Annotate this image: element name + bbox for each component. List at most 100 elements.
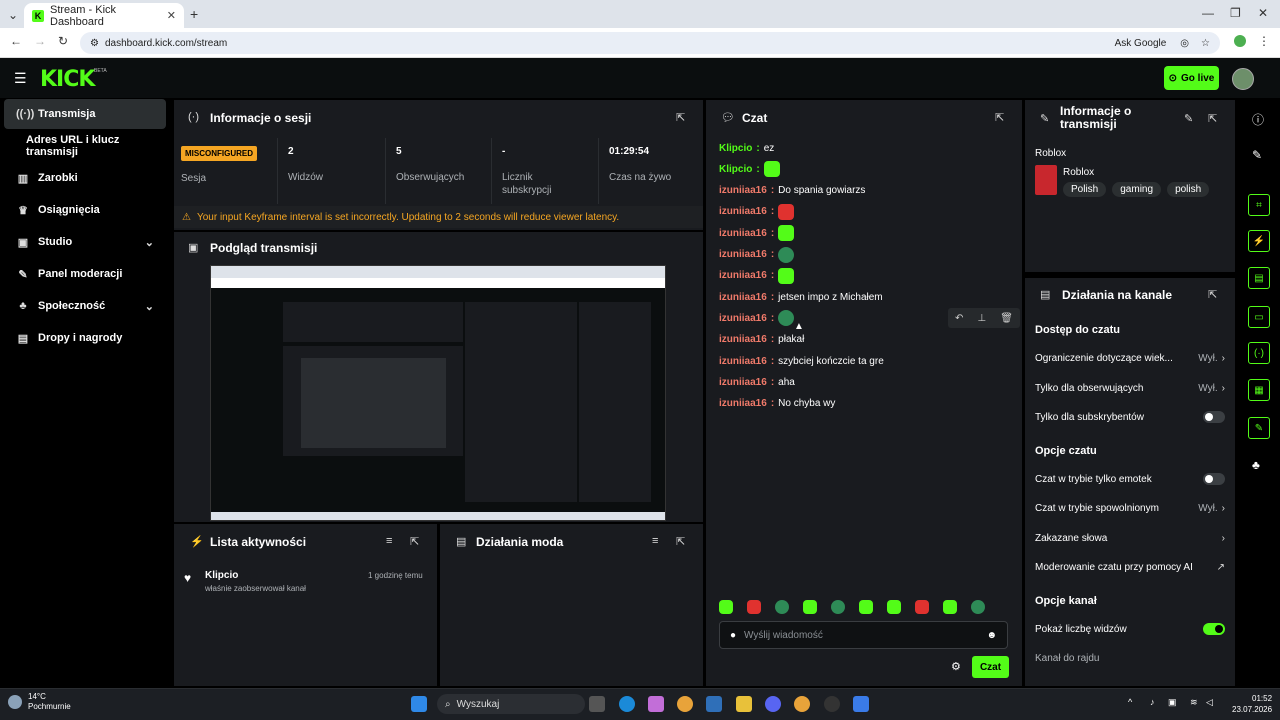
chat-message[interactable]: izuniiaa16: Do spania gowiarzs	[719, 183, 865, 199]
browser-menu-icon[interactable]: ⋮	[1258, 34, 1270, 48]
file-explorer-icon[interactable]	[736, 696, 752, 712]
store-icon[interactable]	[706, 696, 722, 712]
delete-icon[interactable]: 🗑︎	[1000, 313, 1013, 324]
rail-fullscreen-icon[interactable]: ⌗	[1248, 194, 1270, 216]
chat-username[interactable]: Klipcio	[719, 164, 752, 175]
show-viewer-count-toggle[interactable]	[1203, 623, 1225, 635]
go-live-button[interactable]: ⊙ Go live	[1164, 66, 1219, 90]
hamburger-menu-icon[interactable]: ☰	[14, 70, 27, 87]
emote-button[interactable]	[719, 600, 733, 614]
info-icon[interactable]: ⓘ	[1252, 111, 1264, 128]
chrome-active-icon[interactable]	[794, 696, 810, 712]
emote-button[interactable]	[859, 600, 873, 614]
rail-community-icon[interactable]: ♣	[1252, 458, 1260, 472]
chat-username[interactable]: izuniiaa16	[719, 206, 767, 217]
weather-widget[interactable]: 14°C Pochmurnie	[8, 692, 71, 712]
wifi-icon[interactable]: ≋	[1190, 697, 1198, 708]
rail-channel-icon[interactable]: ▦	[1248, 379, 1270, 401]
popout-icon[interactable]: ⇱	[410, 535, 419, 548]
chat-username[interactable]: izuniiaa16	[719, 398, 767, 409]
popout-icon[interactable]: ⇱	[1208, 112, 1217, 125]
tray-app-icon[interactable]: ▣	[1168, 697, 1177, 708]
obs-icon[interactable]	[824, 696, 840, 712]
rail-chat-icon[interactable]: ▭	[1248, 306, 1270, 328]
setting-age-restriction[interactable]: Ograniczenie dotyczące wiek... Wył. ›	[1035, 350, 1225, 366]
chat-username[interactable]: izuniiaa16	[719, 356, 767, 367]
sidebar-item-panel-moderacji[interactable]: ✎ Panel moderacji	[4, 259, 166, 289]
chat-message-input[interactable]: ● Wyślij wiadomość ☻	[719, 621, 1008, 649]
profile-icon[interactable]	[1234, 35, 1246, 47]
copilot-icon[interactable]	[648, 696, 664, 712]
popout-icon[interactable]: ⇱	[995, 111, 1004, 124]
windows-start-icon[interactable]	[411, 696, 427, 712]
tab-list-icon[interactable]: ⌄	[8, 8, 18, 22]
chrome-icon[interactable]	[677, 696, 693, 712]
setting-followers-only[interactable]: Tylko dla obserwujących Wył. ›	[1035, 380, 1225, 396]
tray-chevron-icon[interactable]: ^	[1128, 697, 1132, 707]
emote-button[interactable]	[971, 600, 985, 614]
edit-pencil-icon[interactable]: ✎	[1252, 148, 1262, 162]
reply-icon[interactable]: ↶	[955, 313, 963, 324]
chat-message[interactable]: izuniiaa16: No chyba wy	[719, 396, 835, 412]
maximize-icon[interactable]: ❐	[1230, 6, 1241, 20]
emote-button[interactable]	[887, 600, 901, 614]
back-icon[interactable]: ←	[10, 34, 22, 48]
chat-username[interactable]: izuniiaa16	[719, 292, 767, 303]
site-info-icon[interactable]: ⚙	[90, 38, 99, 49]
edit-pencil-icon[interactable]: ✎	[1184, 112, 1193, 125]
eye-off-icon[interactable]: ◎	[1180, 38, 1189, 49]
emote-button[interactable]	[803, 600, 817, 614]
chat-send-button[interactable]: Czat	[972, 656, 1009, 678]
edge-icon[interactable]	[619, 696, 635, 712]
popout-icon[interactable]: ⇱	[676, 111, 685, 124]
chat-message[interactable]: izuniiaa16: płakał	[719, 332, 804, 348]
url-input[interactable]: ⚙ dashboard.kick.com/stream Ask Google ◎…	[80, 32, 1220, 54]
sidebar-item-zarobki[interactable]: ▥ Zarobki	[4, 163, 166, 193]
sidebar-item-dropy[interactable]: ▤ Dropy i nagrody	[4, 323, 166, 353]
chat-message[interactable]: izuniiaa16:	[719, 225, 795, 242]
reload-icon[interactable]: ↻	[58, 34, 68, 48]
emote-button[interactable]	[943, 600, 957, 614]
filter-icon[interactable]: ≡	[652, 535, 658, 547]
new-tab-icon[interactable]: +	[190, 6, 198, 22]
emoji-icon[interactable]: ☻	[986, 630, 997, 641]
rail-wrench-icon[interactable]: ✎	[1248, 417, 1270, 439]
emote-button[interactable]	[775, 600, 789, 614]
microphone-icon[interactable]: ♪	[1150, 697, 1155, 707]
emote-button[interactable]	[915, 600, 929, 614]
forward-icon[interactable]: →	[34, 34, 46, 48]
emote-button[interactable]	[831, 600, 845, 614]
chat-message[interactable]: Klipcio: ez	[719, 140, 774, 156]
chat-username[interactable]: izuniiaa16	[719, 334, 767, 345]
chat-username[interactable]: izuniiaa16	[719, 270, 767, 281]
chat-username[interactable]: izuniiaa16	[719, 377, 767, 388]
chat-username[interactable]: izuniiaa16	[719, 313, 767, 324]
rail-broadcast-icon[interactable]: (·)	[1248, 342, 1270, 364]
chat-message[interactable]: izuniiaa16:	[719, 267, 795, 284]
chat-message[interactable]: izuniiaa16: szybciej kończcie ta gre	[719, 353, 884, 369]
setting-ai-moderation[interactable]: Moderowanie czatu przy pomocy AI ↗	[1035, 559, 1225, 575]
sidebar-item-studio[interactable]: ▣ Studio ⌄	[4, 227, 166, 257]
popout-icon[interactable]: ⇱	[676, 535, 685, 548]
setting-banned-words[interactable]: Zakazane słowa ›	[1035, 530, 1225, 546]
category-name[interactable]: Roblox	[1063, 167, 1094, 178]
chat-username[interactable]: Klipcio	[719, 143, 752, 154]
app-icon[interactable]	[853, 696, 869, 712]
sidebar-item-transmisja[interactable]: ((·)) Transmisja	[4, 99, 166, 129]
sidebar-item-osiagniecia[interactable]: ♛ Osiągnięcia	[4, 195, 166, 225]
setting-slow-mode[interactable]: Czat w trybie spowolnionym Wył. ›	[1035, 500, 1225, 516]
rail-lightning-icon[interactable]: ⚡	[1248, 230, 1270, 252]
discord-icon[interactable]	[765, 696, 781, 712]
popout-icon[interactable]: ⇱	[1208, 288, 1217, 301]
chat-message[interactable]: izuniiaa16: jetsen impo z Michałem	[719, 289, 883, 305]
volume-icon[interactable]: ◁	[1206, 697, 1213, 708]
pin-icon[interactable]: ⊥	[977, 313, 986, 324]
rail-document-icon[interactable]: ▤	[1248, 267, 1270, 289]
chat-message[interactable]: Klipcio:	[719, 161, 780, 178]
chat-username[interactable]: izuniiaa16	[719, 249, 767, 260]
browser-tab[interactable]: K Stream - Kick Dashboard ✕	[24, 3, 184, 28]
filter-icon[interactable]: ≡	[386, 535, 392, 547]
close-tab-icon[interactable]: ✕	[167, 9, 176, 22]
chat-message[interactable]: izuniiaa16:	[719, 246, 795, 263]
taskbar-clock[interactable]: 01:52 23.07.2026	[1232, 693, 1272, 715]
